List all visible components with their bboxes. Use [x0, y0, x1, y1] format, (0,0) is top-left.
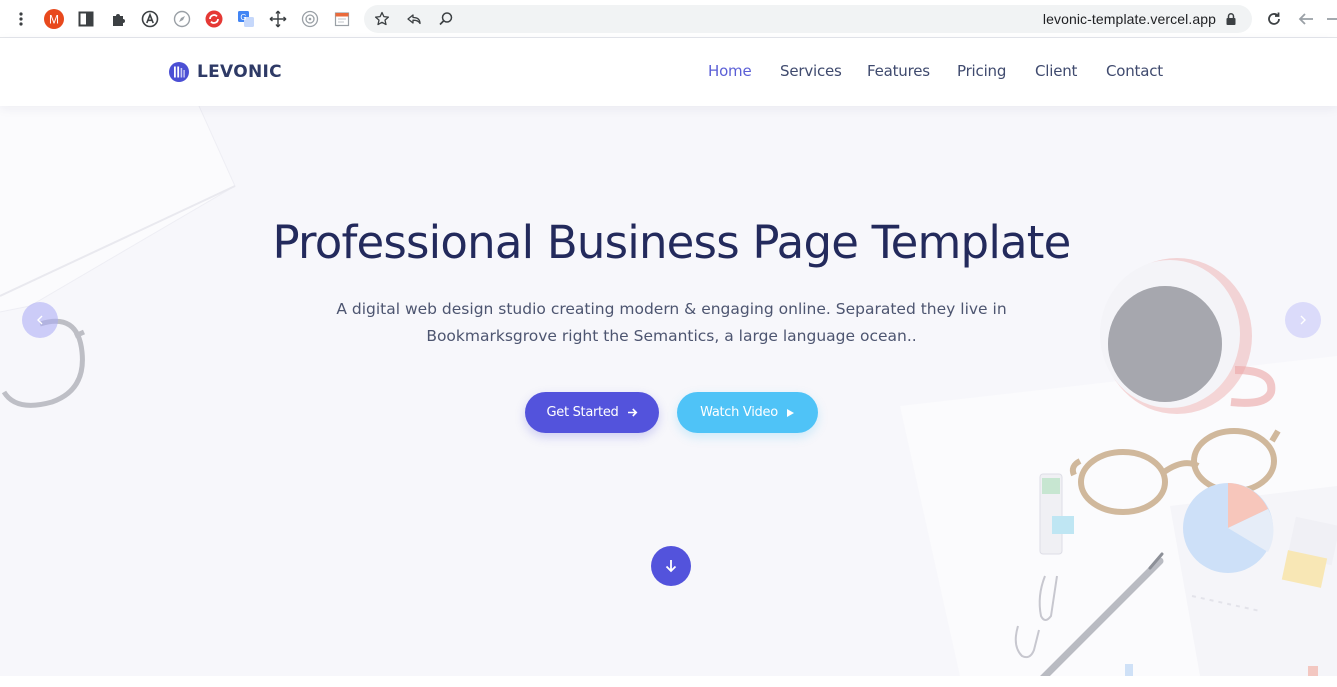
site-header: LEVONIC Home Services Features Pricing C…	[0, 38, 1337, 106]
more-options-icon[interactable]	[14, 11, 28, 27]
main-nav: Home Services Features Pricing Client Co…	[0, 62, 1337, 82]
scroll-down-button[interactable]	[651, 546, 691, 586]
a-circle-extension-icon[interactable]	[140, 9, 160, 29]
hero-section: Professional Business Page Template A di…	[0, 106, 1337, 676]
address-bar[interactable]: levonic-template.vercel.app	[364, 5, 1252, 33]
nav-contact[interactable]: Contact	[1106, 62, 1163, 80]
watch-video-button[interactable]: Watch Video	[677, 392, 818, 433]
nav-home[interactable]: Home	[708, 62, 752, 80]
chevron-right-icon	[1300, 315, 1306, 325]
translate-extension-icon[interactable]: G	[236, 9, 256, 29]
calendar-extension-icon[interactable]	[332, 9, 352, 29]
watch-video-label: Watch Video	[700, 405, 778, 420]
play-icon	[786, 408, 794, 417]
get-started-label: Get Started	[546, 405, 619, 420]
svg-text:G: G	[240, 13, 246, 22]
hero-subtitle-line-1: A digital web design studio creating mod…	[336, 300, 1007, 318]
forward-arrow-icon[interactable]	[1327, 10, 1337, 28]
hero-background-image	[0, 106, 1337, 676]
reload-icon[interactable]	[1265, 10, 1283, 28]
gmail-badge-letter: M	[49, 13, 59, 27]
zoom-icon[interactable]	[438, 11, 454, 27]
lock-icon[interactable]	[1225, 12, 1237, 26]
gmail-extension-icon[interactable]: M	[44, 9, 64, 29]
chevron-left-icon	[37, 315, 43, 325]
sidepanel-icon[interactable]	[76, 9, 96, 29]
compass-extension-icon[interactable]	[172, 9, 192, 29]
share-icon[interactable]	[406, 11, 422, 27]
browser-toolbar: M G levonic-template.vercel.app	[0, 0, 1337, 38]
nav-features[interactable]: Features	[867, 62, 930, 80]
target-extension-icon[interactable]	[300, 9, 320, 29]
hero-title: Professional Business Page Template	[272, 216, 1071, 269]
back-arrow-icon[interactable]	[1297, 10, 1315, 28]
hero-subtitle-line-2: Bookmarksgrove right the Semantics, a la…	[426, 327, 917, 345]
bookmark-star-icon[interactable]	[374, 11, 390, 27]
red-circle-extension-icon[interactable]	[204, 9, 224, 29]
hero-subtitle: A digital web design studio creating mod…	[0, 296, 1337, 350]
get-started-button[interactable]: Get Started	[525, 392, 659, 433]
nav-client[interactable]: Client	[1035, 62, 1077, 80]
nav-pricing[interactable]: Pricing	[957, 62, 1006, 80]
puzzle-extensions-icon[interactable]	[108, 9, 128, 29]
slider-next-button[interactable]	[1285, 302, 1321, 338]
arrow-down-icon	[665, 560, 677, 573]
next-section-top	[0, 676, 1337, 687]
arrow-right-icon	[627, 408, 637, 417]
nav-services[interactable]: Services	[780, 62, 842, 80]
move-cross-extension-icon[interactable]	[268, 9, 288, 29]
url-text[interactable]: levonic-template.vercel.app	[1043, 11, 1216, 27]
slider-prev-button[interactable]	[22, 302, 58, 338]
